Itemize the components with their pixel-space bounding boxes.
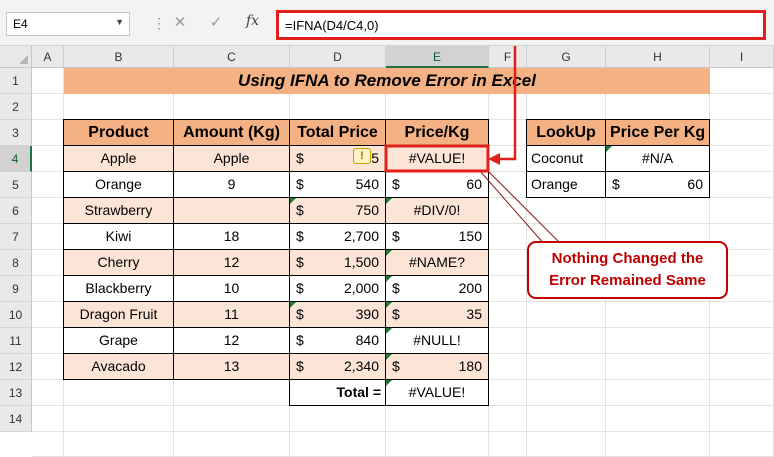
callout-pointer-line	[487, 170, 561, 244]
arrow-head-icon	[488, 153, 500, 165]
formula-arrow	[497, 46, 517, 161]
highlight-box	[384, 144, 490, 173]
callout-line-2: Error Remained Same	[549, 272, 706, 289]
callout-box: Nothing Changed the Error Remained Same	[527, 241, 728, 299]
annotation-arrows	[384, 46, 561, 246]
callout-pointer-line	[479, 170, 546, 246]
callout-line-1: Nothing Changed the	[551, 250, 704, 267]
